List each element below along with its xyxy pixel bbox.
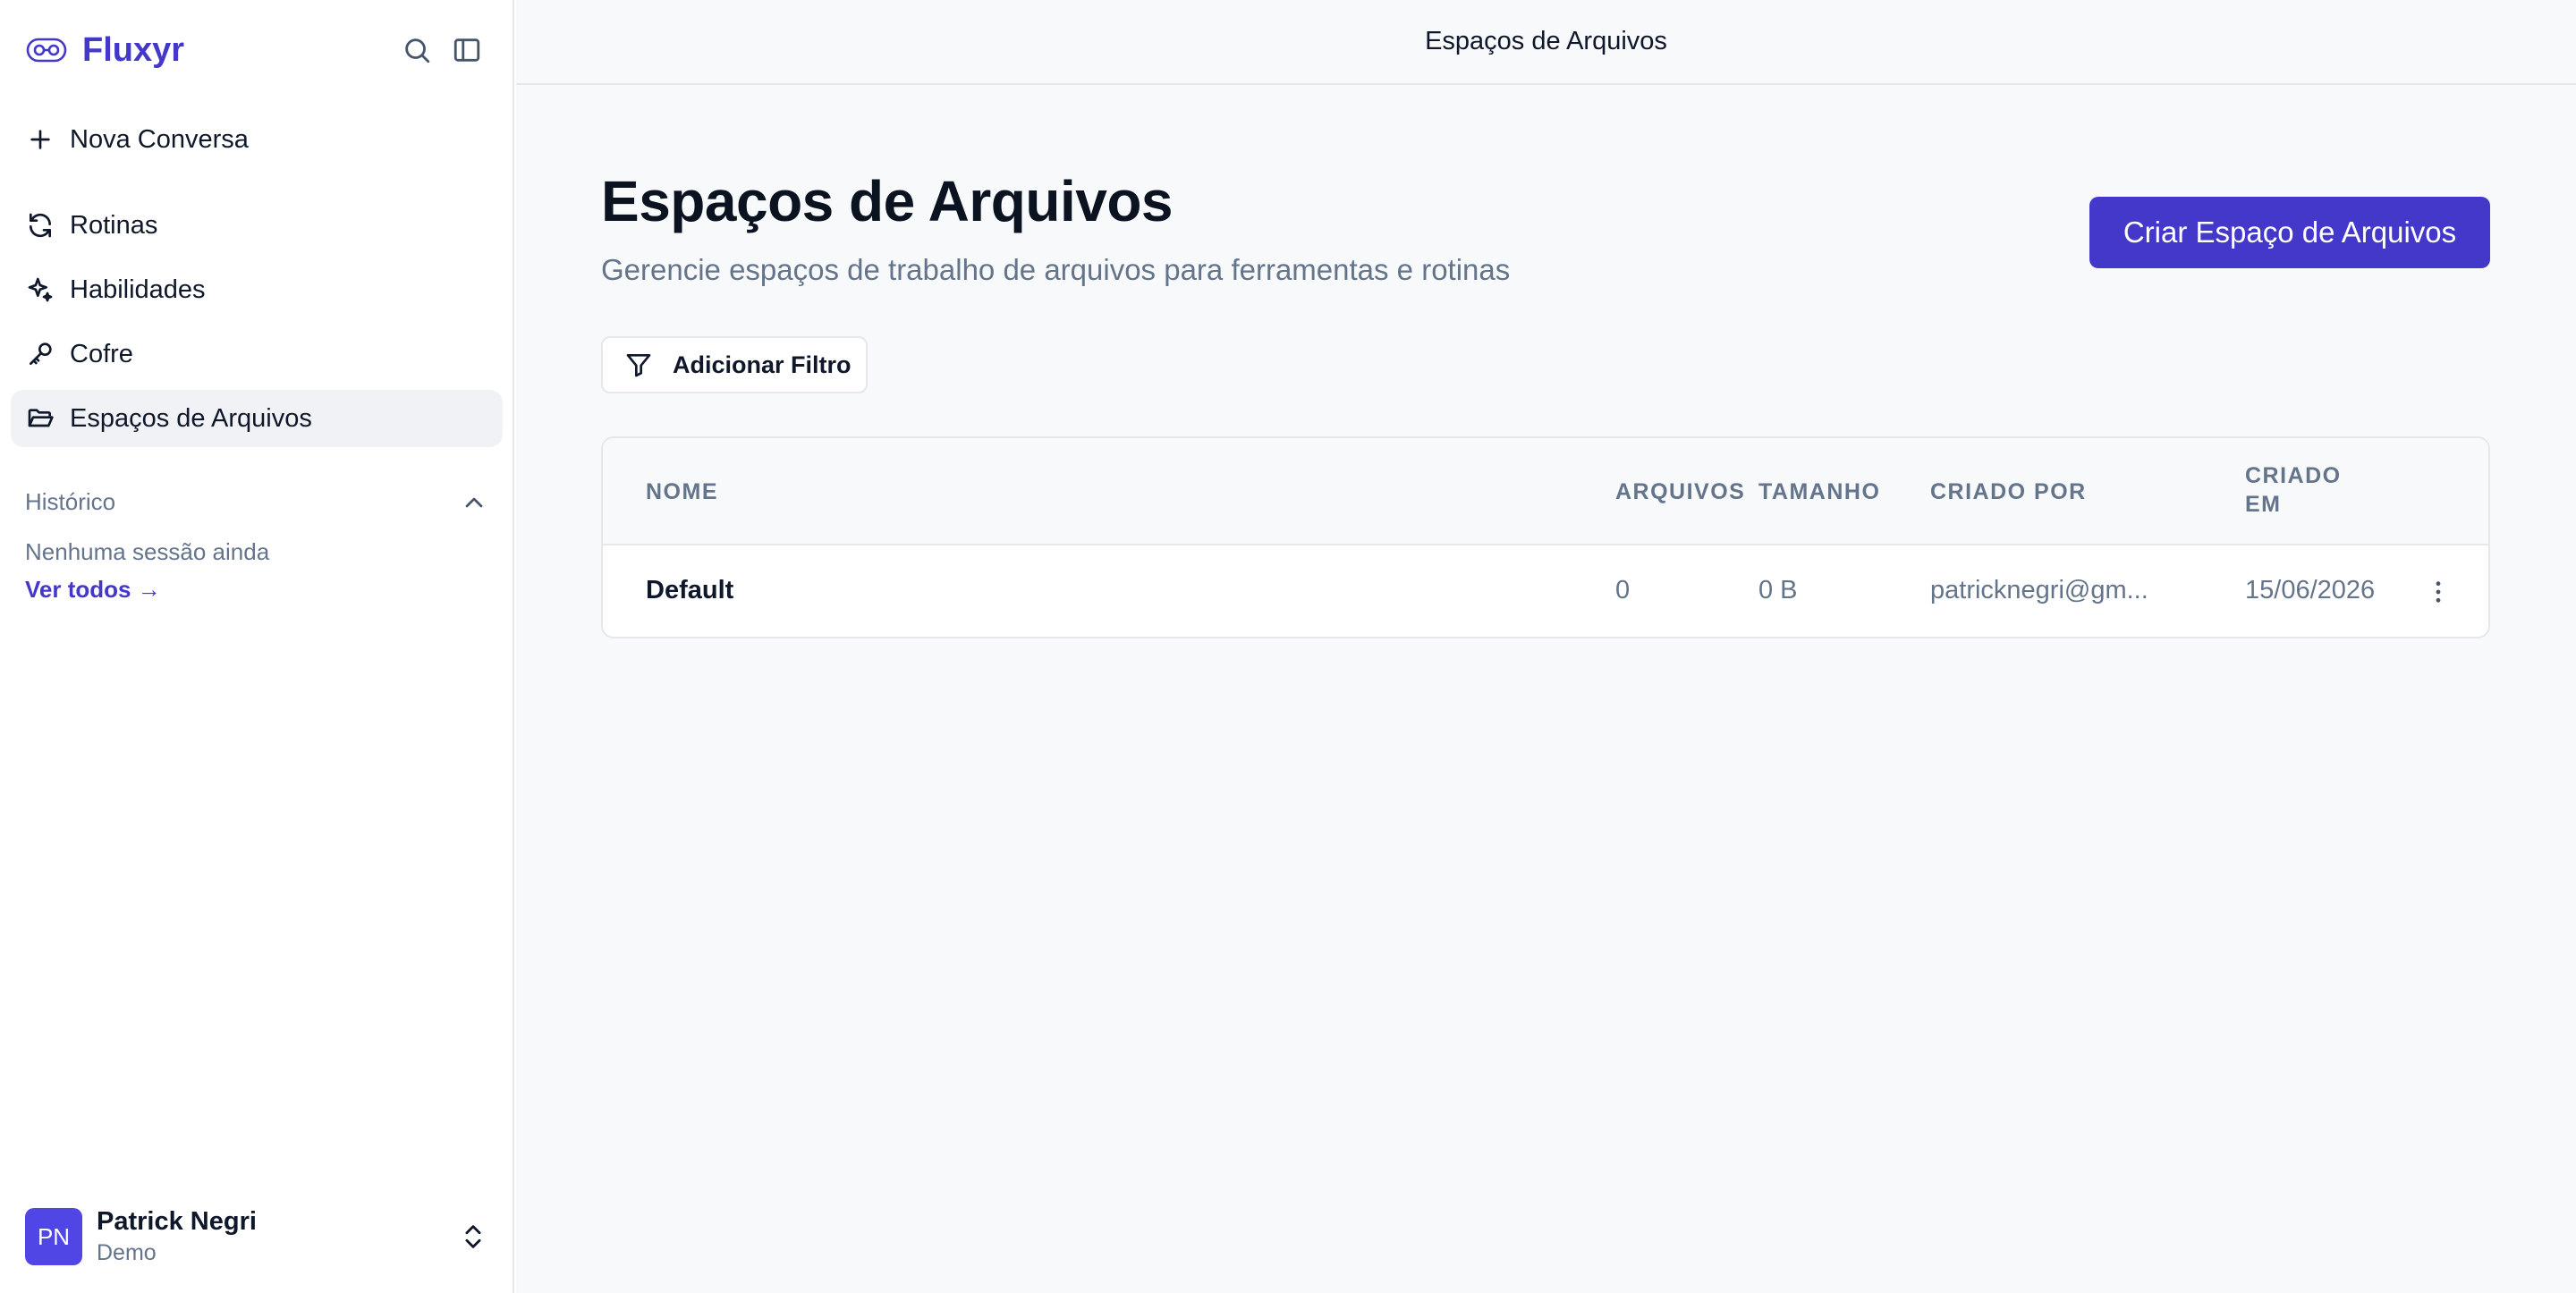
chevrons-up-down-icon[interactable] xyxy=(458,1221,488,1252)
sidebar-panel-icon xyxy=(453,38,480,62)
sidebar-item-label: Rotinas xyxy=(70,210,158,240)
table-row[interactable]: Default 0 0 B patricknegri@gm... 15/06/2… xyxy=(603,545,2488,637)
new-chat-label: Nova Conversa xyxy=(70,124,249,154)
filter-icon xyxy=(626,354,651,377)
add-filter-label: Adicionar Filtro xyxy=(673,351,852,378)
avatar: PN xyxy=(25,1208,82,1265)
cell-created-by: patricknegri@gm... xyxy=(1930,576,2148,604)
page-subtitle: Gerencie espaços de trabalho de arquivos… xyxy=(601,253,1511,286)
topbar-title: Espaços de Arquivos xyxy=(1425,27,1667,55)
sidebar-item-label: Cofre xyxy=(70,339,133,368)
user-org: Demo xyxy=(97,1240,157,1265)
column-header-size[interactable]: TAMANHO xyxy=(1758,477,1880,506)
new-chat-button[interactable]: Nova Conversa xyxy=(11,111,503,168)
sidebar-item-cofre[interactable]: Cofre xyxy=(11,325,503,383)
page-title: Espaços de Arquivos xyxy=(601,169,1174,233)
more-vertical-icon xyxy=(2436,581,2441,603)
search-button[interactable] xyxy=(399,32,435,68)
column-header-name[interactable]: NOME xyxy=(646,477,718,506)
refresh-icon xyxy=(30,213,51,238)
sparkles-icon xyxy=(28,277,53,302)
sidebar-item-label: Espaços de Arquivos xyxy=(70,403,312,433)
brand-name: Fluxyr xyxy=(82,30,185,69)
sidebar-item-habilidades[interactable]: Habilidades xyxy=(11,261,503,318)
column-header-files[interactable]: ARQUIVOS xyxy=(1615,477,1745,506)
column-header-created-at-line1: CRIADO xyxy=(2245,463,2342,488)
column-header-created-at-line2: EM xyxy=(2245,492,2282,517)
brand[interactable]: Fluxyr xyxy=(25,29,184,72)
sidebar-item-label: Habilidades xyxy=(70,275,206,304)
cell-size: 0 B xyxy=(1758,576,1798,604)
see-all-link[interactable]: Ver todos → xyxy=(25,576,161,604)
cell-created-at: 15/06/2026 xyxy=(2245,576,2376,604)
column-header-created-at[interactable]: CRIADO EM xyxy=(2245,461,2342,519)
topbar: Espaços de Arquivos xyxy=(516,0,2576,85)
chevron-up-icon[interactable] xyxy=(460,488,488,517)
file-spaces-table: NOME ARQUIVOS TAMANHO CRIADO POR CRIADO … xyxy=(601,436,2490,638)
search-icon xyxy=(405,38,430,63)
plus-icon xyxy=(30,130,50,149)
history-title: Histórico xyxy=(25,488,116,515)
add-filter-button[interactable]: Adicionar Filtro xyxy=(601,336,868,393)
user-menu[interactable]: PN Patrick Negri Demo xyxy=(25,1207,257,1266)
create-file-space-button[interactable]: Criar Espaço de Arquivos xyxy=(2089,197,2490,268)
table-header: NOME ARQUIVOS TAMANHO CRIADO POR CRIADO … xyxy=(603,438,2488,545)
user-name: Patrick Negri xyxy=(97,1207,257,1236)
history-empty-message: Nenhuma sessão ainda xyxy=(25,538,270,565)
sidebar-item-rotinas[interactable]: Rotinas xyxy=(11,197,503,254)
fluxyr-logo-icon xyxy=(26,38,67,63)
column-header-created-by[interactable]: CRIADO POR xyxy=(1930,477,2087,506)
sidebar-item-espacos-de-arquivos[interactable]: Espaços de Arquivos xyxy=(11,390,503,447)
folder-open-icon xyxy=(28,409,54,427)
toggle-sidebar-button[interactable] xyxy=(449,32,485,68)
cell-name[interactable]: Default xyxy=(646,576,733,605)
key-icon xyxy=(30,342,52,365)
cell-files: 0 xyxy=(1615,576,1631,604)
row-actions-button[interactable] xyxy=(2422,576,2454,608)
main-content: Espaços de Arquivos Espaços de Arquivos … xyxy=(516,0,2576,1293)
sidebar: Fluxyr Nova Conversa Rotinas Habilidades… xyxy=(0,0,514,1293)
